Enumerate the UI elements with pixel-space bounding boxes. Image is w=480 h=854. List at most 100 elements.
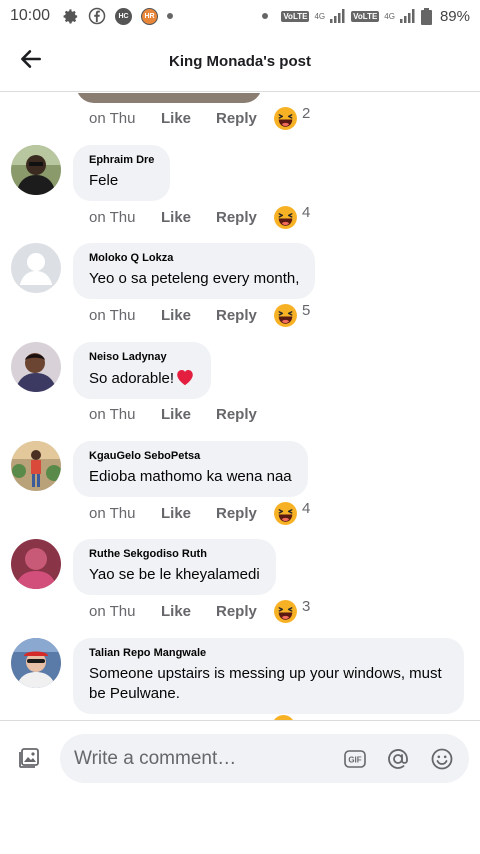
comment-bubble[interactable]: KgauGelo SeboPetsa Edioba mathomo ka wen…: [73, 441, 308, 497]
status-right: VoLTE 4G VoLTE 4G 89%: [262, 7, 470, 25]
previous-comment-image[interactable]: [76, 93, 262, 103]
avatar-image: [11, 145, 61, 195]
comment-actions: on Thu Like Reply: [89, 402, 271, 426]
heart-icon: [177, 370, 193, 386]
comment-text: Yeo o sa peteleng every month,: [89, 270, 300, 287]
battery-percent: 89%: [439, 7, 470, 25]
volte-badge-2: VoLTE: [351, 10, 380, 22]
comment-actions: on Thu Like Reply 5: [89, 301, 311, 328]
network-type: 4G: [314, 11, 326, 21]
signal-icon-2: [399, 9, 415, 23]
emoji-button[interactable]: [430, 747, 454, 771]
volte-badge: VoLTE: [281, 10, 310, 22]
comment-bubble[interactable]: Moloko Q Lokza Yeo o sa peteleng every m…: [73, 243, 316, 299]
avatar-image: [11, 441, 61, 491]
comment-author[interactable]: Ephraim Dre: [89, 154, 154, 166]
like-button[interactable]: Like: [161, 603, 216, 620]
comment-time: on Thu: [89, 602, 136, 620]
avatar[interactable]: [11, 342, 61, 392]
reaction-count: 2: [302, 104, 311, 122]
like-button[interactable]: Like: [161, 209, 216, 226]
comment-bubble[interactable]: Ephraim Dre Fele: [73, 145, 171, 201]
comment-text: So adorable!: [89, 368, 195, 389]
reply-button[interactable]: Reply: [216, 209, 271, 226]
reply-button[interactable]: Reply: [216, 505, 271, 522]
notification-dot-icon: [262, 13, 269, 19]
reaction-summary[interactable]: 4: [273, 499, 311, 526]
reaction-count: 4: [302, 499, 311, 517]
haha-emoji-icon: [274, 205, 297, 229]
reaction-summary[interactable]: 4: [273, 203, 311, 230]
mention-button[interactable]: [386, 747, 410, 771]
comment-text: Fele: [89, 172, 119, 189]
avatar[interactable]: [11, 243, 61, 293]
gif-label: GIF: [348, 756, 361, 765]
reaction-summary[interactable]: 3: [273, 597, 311, 624]
comment-text: Edioba mathomo ka wena naa: [89, 468, 292, 485]
comment-author[interactable]: Ruthe Sekgodiso Ruth: [89, 548, 260, 560]
avatar[interactable]: [11, 145, 61, 195]
comment-bubble[interactable]: Talian Repo Mangwale Someone upstairs is…: [73, 638, 464, 714]
comment-actions: on Thu Like Reply 3: [89, 597, 311, 624]
comment-bubble[interactable]: Ruthe Sekgodiso Ruth Yao se be le kheyal…: [73, 539, 276, 595]
comment-text: Yao se be le kheyalamedi: [89, 566, 260, 583]
reply-button[interactable]: Reply: [216, 406, 271, 423]
at-icon: [388, 749, 408, 769]
comment-time: on Thu: [89, 109, 136, 127]
avatar[interactable]: [11, 441, 61, 491]
gif-icon: GIF: [344, 750, 366, 768]
comment-actions: on Thu Like Reply 2: [89, 104, 311, 131]
like-button[interactable]: Like: [161, 406, 216, 423]
avatar-image: [11, 638, 61, 688]
haha-emoji-icon: [274, 303, 297, 327]
comment-bubble[interactable]: Neiso Ladynay So adorable!: [73, 342, 212, 399]
comment-author[interactable]: Talian Repo Mangwale: [89, 647, 448, 659]
signal-icon: [330, 9, 345, 23]
comment-actions: on Thu Like Reply 4: [89, 499, 311, 526]
comment-time: on Thu: [89, 504, 136, 522]
haha-emoji-icon: [274, 106, 297, 130]
smiley-icon: [431, 748, 453, 770]
reaction-summary[interactable]: 2: [273, 104, 311, 131]
photo-icon: [19, 748, 39, 768]
comment-author[interactable]: KgauGelo SeboPetsa: [89, 450, 292, 462]
reply-button[interactable]: Reply: [216, 110, 271, 127]
reaction-count: 4: [302, 203, 311, 221]
reaction-count: 5: [302, 301, 311, 319]
dot-icon: [167, 13, 174, 19]
avatar-image: [11, 539, 61, 589]
default-avatar-icon: [11, 243, 61, 293]
gif-button[interactable]: GIF: [343, 747, 367, 771]
reply-button[interactable]: Reply: [216, 603, 271, 620]
network-type-2: 4G: [384, 11, 395, 21]
comment-text: Someone upstairs is messing up your wind…: [89, 665, 442, 702]
comment-author[interactable]: Neiso Ladynay: [89, 351, 195, 363]
hr-icon: HR: [141, 7, 159, 25]
avatar[interactable]: [11, 539, 61, 589]
comment-time: on Thu: [89, 306, 136, 324]
reaction-summary[interactable]: 5: [273, 301, 311, 328]
photo-button[interactable]: [17, 746, 41, 770]
battery-icon: [420, 7, 432, 25]
avatar[interactable]: [11, 638, 61, 688]
comments-feed[interactable]: on Thu Like Reply 2 Ephraim Dre Fele on …: [0, 93, 480, 720]
avatar-image: [11, 342, 61, 392]
comment-time: on Thu: [89, 405, 136, 423]
like-button[interactable]: Like: [161, 307, 216, 324]
status-time: 10:00: [10, 7, 51, 24]
like-button[interactable]: Like: [161, 505, 216, 522]
reply-button[interactable]: Reply: [216, 307, 271, 324]
comment-text-value: So adorable!: [89, 370, 175, 387]
gear-icon: [62, 8, 79, 25]
reaction-count: 3: [302, 597, 311, 615]
comment-actions: on Thu Like Reply 4: [89, 203, 311, 230]
haha-emoji-icon: [274, 501, 297, 525]
post-header: King Monada's post: [0, 32, 480, 92]
status-bar: 10:00 HC HR VoLTE 4G VoLTE 4G 89%: [0, 0, 480, 32]
comment-author[interactable]: Moloko Q Lokza: [89, 252, 299, 264]
haha-emoji-icon: [274, 599, 297, 623]
comment-composer: GIF: [0, 720, 480, 854]
comment-time: on Thu: [89, 208, 136, 226]
page-title: King Monada's post: [169, 53, 311, 70]
like-button[interactable]: Like: [161, 110, 216, 127]
